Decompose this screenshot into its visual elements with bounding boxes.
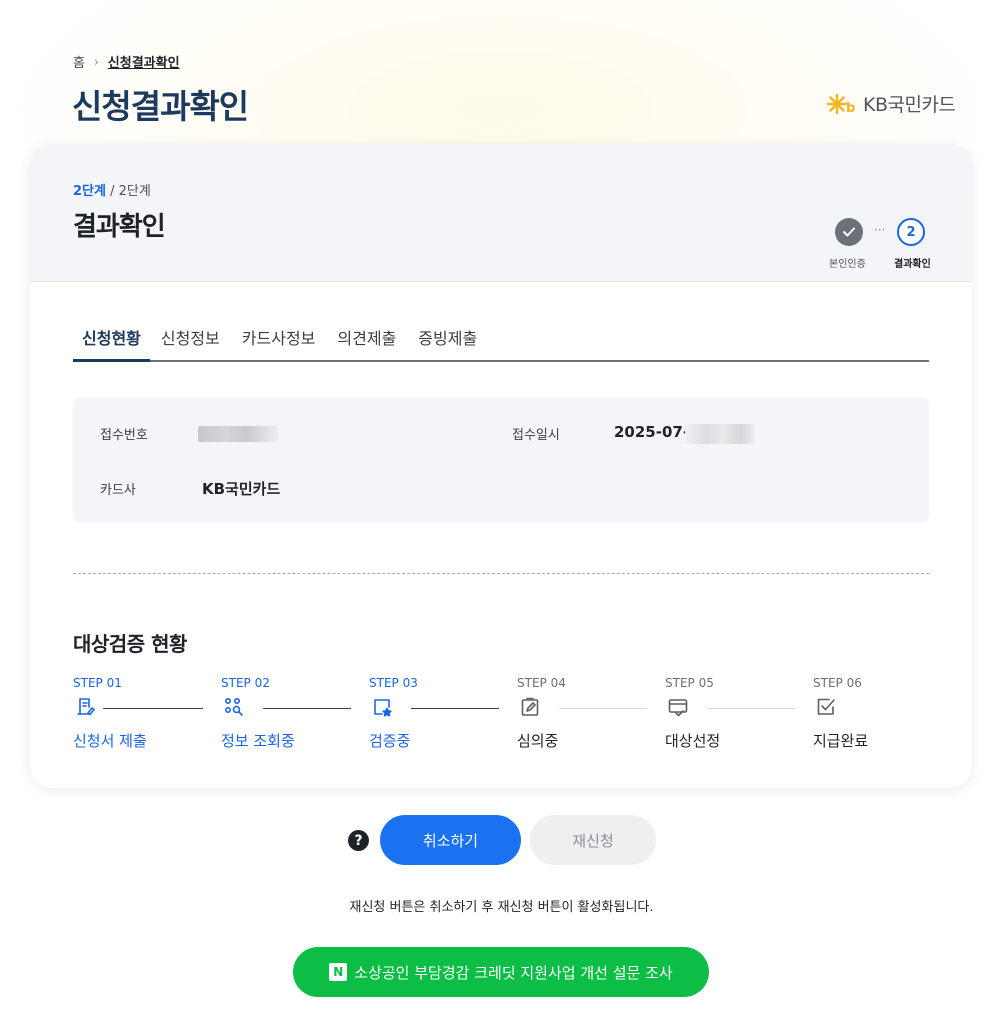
step-04: STEP 04 심의중 — [517, 676, 665, 756]
step-indicator: 2단계 / 2단계 — [73, 180, 151, 199]
reapply-notice: 재신청 버튼은 취소하기 후 재신청 버튼이 활성화됩니다. — [349, 900, 654, 915]
step-03: STEP 03 검증중 — [369, 676, 517, 756]
progress-dots: ··· — [874, 223, 886, 237]
step-number: STEP 03 — [369, 676, 418, 690]
svg-text:b: b — [846, 101, 855, 116]
application-form-icon — [77, 698, 95, 716]
help-icon[interactable]: ? — [348, 830, 369, 851]
dashed-divider — [73, 573, 929, 574]
clipboard-edit-icon — [521, 697, 539, 716]
progress-done-circle — [835, 218, 863, 246]
step-number: STEP 05 — [665, 676, 714, 690]
breadcrumb-current[interactable]: 신청결과확인 — [108, 52, 180, 71]
card-header: 2단계 / 2단계 결과확인 ··· 2 본인인증 결과확인 — [30, 144, 972, 282]
survey-button[interactable]: N 소상공인 부담경감 크레딧 지원사업 개선 설문 조사 — [293, 947, 709, 997]
tab-bar: 신청현황 신청정보 카드사정보 의견제출 증빙제출 — [73, 316, 929, 362]
naver-icon: N — [329, 963, 348, 981]
breadcrumb: 홈 › 신청결과확인 — [73, 52, 180, 72]
brand-name: KB국민카드 — [863, 94, 956, 116]
step-total: / 2단계 — [105, 184, 151, 199]
step-number: STEP 01 — [73, 676, 122, 690]
step-number: STEP 04 — [517, 676, 566, 690]
verification-title: 대상검증 현황 — [73, 632, 187, 656]
reapply-button[interactable]: 재신청 — [530, 815, 656, 865]
card-check-icon — [668, 699, 688, 717]
brand-logo: b KB국민카드 — [826, 90, 956, 117]
tab-opinion-submit[interactable]: 의견제출 — [326, 316, 407, 362]
receipt-date-label: 접수일시 — [512, 428, 560, 443]
cancel-button[interactable]: 취소하기 — [380, 815, 521, 865]
result-card: 2단계 / 2단계 결과확인 ··· 2 본인인증 결과확인 신청현황 신청정보… — [30, 144, 972, 788]
tab-application-status[interactable]: 신청현황 — [73, 316, 150, 362]
chevron-right-icon: › — [93, 54, 99, 69]
step-01: STEP 01 신청서 제출 — [73, 676, 221, 756]
step-name: 신청서 제출 — [73, 732, 147, 750]
survey-label: 소상공인 부담경감 크레딧 지원사업 개선 설문 조사 — [354, 963, 673, 982]
progress-stepper: ··· 2 본인인증 결과확인 — [810, 218, 950, 270]
step-name: 심의중 — [517, 732, 559, 750]
progress-done-label: 본인인증 — [829, 259, 866, 270]
tab-application-info[interactable]: 신청정보 — [150, 316, 231, 362]
step-number: STEP 06 — [813, 676, 862, 690]
step-number: STEP 02 — [221, 676, 270, 690]
step-name: 대상선정 — [665, 732, 721, 750]
verification-steps: STEP 01 신청서 제출 STEP 02 정보 조회중 STEP 03 검증… — [73, 676, 933, 756]
receipt-info-box: 접수번호 접수일시 2025-07- 카드사 KB국민카드 — [73, 398, 929, 522]
check-icon — [843, 227, 855, 237]
search-info-icon — [224, 697, 243, 716]
receipt-number-label: 접수번호 — [100, 428, 148, 443]
card-title: 결과확인 — [73, 212, 166, 242]
receipt-date-value: 2025-07- — [614, 423, 690, 441]
verify-star-icon — [374, 699, 392, 717]
progress-current-label: 결과확인 — [894, 259, 931, 270]
receipt-date-masked — [685, 424, 755, 444]
step-name: 검증중 — [369, 732, 411, 750]
step-name: 정보 조회중 — [221, 732, 295, 750]
page-title: 신청결과확인 — [72, 87, 249, 126]
step-02: STEP 02 정보 조회중 — [221, 676, 369, 756]
kb-star-icon: b — [826, 93, 855, 116]
tab-evidence-submit[interactable]: 증빙제출 — [407, 316, 488, 362]
step-05: STEP 05 대상선정 — [665, 676, 813, 756]
tab-card-company-info[interactable]: 카드사정보 — [231, 316, 327, 362]
receipt-number-masked — [198, 426, 278, 442]
checkbox-icon — [817, 698, 835, 715]
step-06: STEP 06 지급완료 — [813, 676, 961, 756]
step-name: 지급완료 — [813, 732, 869, 750]
progress-current-circle: 2 — [897, 218, 925, 246]
breadcrumb-home[interactable]: 홈 — [73, 52, 85, 71]
card-company-label: 카드사 — [100, 483, 136, 498]
card-company-value: KB국민카드 — [202, 480, 281, 498]
step-current: 2단계 — [73, 184, 106, 199]
